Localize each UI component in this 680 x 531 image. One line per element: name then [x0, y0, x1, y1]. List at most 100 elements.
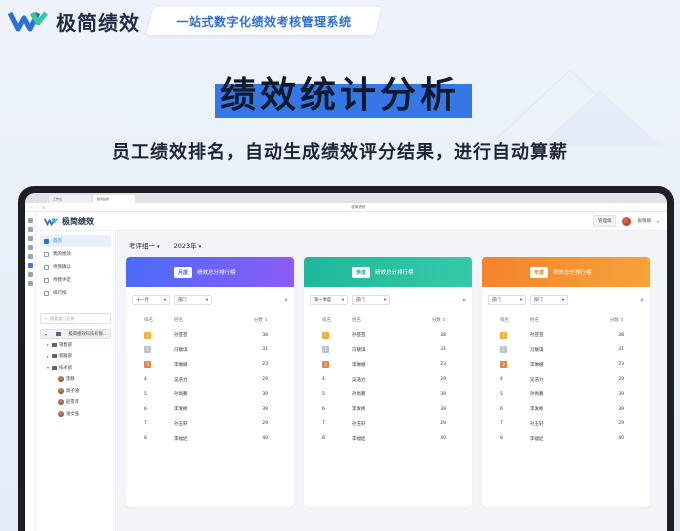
tree-node-org[interactable]: ▾ 极简绩效科技有限...	[40, 329, 111, 339]
search-icon[interactable]: ⌕	[640, 296, 644, 305]
user-name[interactable]: 张晓丽	[637, 218, 651, 224]
period-select[interactable]: 第一季度 ▾	[310, 295, 348, 305]
score-value: 29	[262, 377, 268, 383]
sort-icon[interactable]: ⇕	[264, 318, 268, 323]
sidebar-item-to-evaluate[interactable]: 待我评定	[40, 274, 111, 286]
tree-node-person[interactable]: 李静	[40, 374, 111, 386]
score-value: 23	[440, 362, 446, 368]
admin-button[interactable]: 管理端	[592, 215, 617, 227]
rail-cloud-icon[interactable]	[27, 272, 33, 277]
rail-contacts-icon[interactable]	[27, 236, 33, 241]
sort-icon[interactable]: ⇕	[442, 318, 446, 323]
gold-medal-icon: 1	[144, 331, 151, 339]
sidebar-item-home[interactable]: 首页	[40, 235, 111, 247]
period-select[interactable]: 部门 ▾	[488, 295, 526, 305]
rank-value: 7	[322, 421, 325, 427]
sort-icon[interactable]: ⇕	[620, 318, 624, 323]
caret-right-icon[interactable]: ▸	[46, 354, 50, 359]
employee-name: 李福娃	[174, 436, 188, 442]
check-icon	[44, 264, 49, 270]
tree-node-dept[interactable]: ▸ 客服部	[40, 351, 111, 363]
table-row: 8 李福娃 40	[310, 431, 466, 446]
sidebar-item-leaderboard[interactable]: 排行榜	[40, 287, 111, 299]
column-header-score[interactable]: 分数 ⇕	[234, 317, 288, 323]
score-value: 29	[262, 421, 268, 427]
card-title: 绩效总分排行榜	[375, 270, 414, 276]
caret-down-icon[interactable]: ▾	[46, 365, 50, 370]
search-icon[interactable]: ⌕	[462, 296, 466, 305]
leaderboard-card-yearly: 年度 绩效总分排行榜 部门 ▾ 部门 ▾ ⌕ 排名 姓名 分数 ⇕ 1 孙芸芸 38…	[482, 257, 650, 507]
score-value: 39	[618, 391, 624, 397]
sidebar-item-label: 首页	[53, 239, 62, 244]
browser-tab[interactable]: 工作台	[49, 195, 91, 203]
dept-select[interactable]: 部门 ▾	[352, 295, 390, 305]
sidebar-item-label: 待我评定	[53, 278, 71, 283]
chevron-down-icon: ▾	[198, 244, 202, 250]
slogan: 一站式数字化绩效考核管理系统	[176, 14, 352, 29]
search-placeholder: 搜索部门名称	[50, 315, 75, 321]
caret-right-icon[interactable]: ▸	[46, 342, 50, 347]
chevron-down-icon: ▾	[519, 297, 522, 303]
app-name: 极简绩效	[62, 216, 94, 226]
column-header-score[interactable]: 分数 ⇕	[590, 317, 644, 323]
sidebar-item-my-performance[interactable]: 我的绩效	[40, 248, 111, 260]
reload-icon[interactable]: ↻	[42, 205, 45, 210]
rank-value: 6	[144, 406, 147, 412]
employee-name: 孙玉轩	[352, 421, 366, 427]
rail-home-icon[interactable]	[27, 218, 33, 223]
rail-calendar-icon[interactable]	[27, 245, 33, 250]
score-value: 38	[262, 332, 268, 338]
dept-select[interactable]: 部门 ▾	[530, 295, 568, 305]
table-row: 1 孙芸芸 38	[310, 328, 466, 343]
score-value: 29	[440, 421, 446, 427]
employee-name: 孙尚鹏	[174, 392, 188, 398]
home-icon	[44, 238, 49, 244]
year-select[interactable]: 2023年 ▾	[174, 240, 202, 250]
caret-down-icon[interactable]: ▾	[44, 332, 48, 337]
browser-tab[interactable]: 极简绩效	[93, 195, 135, 203]
rank-value: 4	[322, 377, 325, 383]
table-row: 2 冯靓琪 31	[310, 343, 466, 358]
chevron-down-icon: ▾	[157, 244, 160, 250]
tree-node-person[interactable]: 周子涵	[40, 385, 111, 397]
dept-search-input[interactable]: ⌕ 搜索部门名称	[40, 313, 111, 324]
sidebar-item-to-confirm[interactable]: 待我确认	[40, 261, 111, 273]
rail-message-icon[interactable]	[27, 227, 33, 232]
group-select[interactable]: 考评组一 ▾	[129, 240, 160, 250]
tree-node-person[interactable]: 赵雪菲	[40, 397, 111, 409]
edit-icon	[44, 277, 49, 283]
avatar[interactable]	[622, 216, 632, 226]
ranking-icon	[44, 290, 49, 296]
card-header: 季度 绩效总分排行榜	[304, 257, 472, 287]
back-icon[interactable]: ‹	[31, 205, 33, 210]
bronze-medal-icon: 3	[500, 361, 507, 369]
tree-node-person[interactable]: 张文强	[40, 408, 111, 420]
rank-value: 8	[144, 436, 147, 442]
forward-icon[interactable]: ›	[37, 205, 39, 210]
chevron-down-icon[interactable]: ▾	[657, 219, 659, 224]
period-select[interactable]: 十一月 ▾	[132, 295, 170, 305]
search-icon[interactable]: ⌕	[284, 296, 288, 305]
period-select-value: 第一季度	[314, 298, 332, 303]
gold-medal-icon: 1	[322, 331, 329, 339]
rail-docs-icon[interactable]	[27, 254, 33, 259]
rail-settings-icon[interactable]	[27, 281, 33, 286]
card-header: 月度 绩效总分排行榜	[126, 257, 294, 287]
tree-node-dept[interactable]: ▾ 技术部	[40, 362, 111, 374]
ranking-table: 排名 姓名 分数 ⇕ 1 孙芸芸 38 2 冯靓琪 31 3 李琳娜 23 4 …	[126, 313, 294, 446]
tree-node-dept[interactable]: ▸ 销售部	[40, 339, 111, 351]
avatar	[58, 387, 64, 394]
dept-select[interactable]: 部门 ▾	[174, 295, 212, 305]
table-row: 8 李福娃 40	[488, 431, 644, 446]
leaderboard-card-monthly: 月度 绩效总分排行榜 十一月 ▾ 部门 ▾ ⌕ 排名 姓名 分数 ⇕ 1 孙芸芸 3…	[126, 257, 294, 507]
org-tree: ▾ 极简绩效科技有限... ▸ 销售部 ▸ 客服部 ▾ 技术部 李静 周子涵 赵雪菲 张…	[40, 329, 111, 420]
employee-name: 吴浩力	[352, 377, 366, 383]
table-row: 5 孙尚鹏 39	[488, 387, 644, 402]
score-value: 39	[440, 406, 446, 412]
employee-name: 冯靓琪	[530, 347, 544, 353]
sidebar-item-label: 排行榜	[53, 291, 67, 296]
score-value: 39	[262, 391, 268, 397]
column-header-score[interactable]: 分数 ⇕	[412, 317, 466, 323]
table-row: 3 李琳娜 23	[488, 357, 644, 372]
rail-apps-icon[interactable]	[27, 263, 33, 268]
